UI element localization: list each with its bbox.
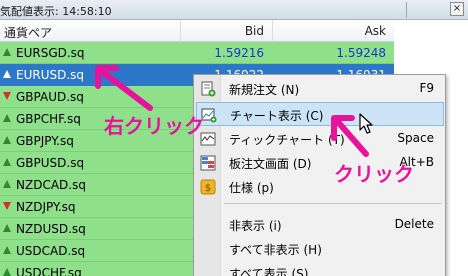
- menu-item-label: 非表示 (i): [229, 219, 282, 233]
- annotation-click: クリック: [334, 162, 414, 186]
- menu-item-label: すべて表示 (S): [229, 267, 309, 276]
- column-divider: [272, 20, 273, 42]
- window-titlebar: 気配値表示: 14:58:10 ×: [0, 0, 468, 20]
- trend-up-icon: [3, 48, 11, 56]
- column-header-symbol[interactable]: 通貨ペア: [4, 24, 52, 41]
- symbol-cell: EURSGD.sq: [16, 46, 85, 60]
- close-button[interactable]: ×: [450, 2, 464, 16]
- window-title: 気配値表示: 14:58:10: [0, 5, 112, 18]
- symbol-cell: GBPAUD.sq: [16, 90, 84, 104]
- table-header: 通貨ペア Bid Ask: [0, 20, 394, 42]
- annotation-arrow-icon: [331, 115, 369, 157]
- symbol-cell: NZDJPY.sq: [16, 200, 76, 214]
- menu-item-hide-all[interactable]: すべて非表示 (H): [196, 237, 444, 261]
- titlebar-separator: [406, 2, 407, 18]
- trend-down-icon: [3, 202, 11, 210]
- annotation-right-click: 右クリック: [104, 114, 204, 138]
- trend-up-icon: [3, 70, 11, 78]
- menu-item-shortcut: Delete: [394, 217, 434, 231]
- trend-up-icon: [3, 158, 11, 166]
- symbol-cell: GBPCHF.sq: [16, 112, 81, 126]
- trend-up-icon: [3, 114, 11, 122]
- trend-up-icon: [3, 224, 11, 232]
- menu-item-shortcut: F9: [419, 81, 434, 95]
- trend-down-icon: [3, 92, 11, 100]
- symbol-cell: NZDUSD.sq: [16, 222, 86, 236]
- mouse-cursor-icon: [359, 113, 373, 134]
- ask-cell: 1.59248: [336, 46, 386, 60]
- depth-of-market-icon: [200, 155, 216, 171]
- menu-item-chart-window[interactable]: チャート表示 (C): [196, 102, 444, 126]
- symbol-cell: EURUSD.sq: [16, 68, 85, 82]
- menu-item-label: 新規注文 (N): [229, 83, 300, 97]
- column-divider: [180, 20, 181, 42]
- svg-text:$: $: [205, 183, 211, 194]
- symbol-cell: GBPUSD.sq: [16, 156, 85, 170]
- trend-up-icon: [3, 180, 11, 188]
- column-header-bid[interactable]: Bid: [245, 24, 264, 38]
- menu-item-hide[interactable]: 非表示 (i) Delete: [196, 213, 444, 237]
- menu-item-tick-chart[interactable]: ティックチャート (T) Space: [196, 127, 444, 151]
- menu-item-label: チャート表示 (C): [230, 109, 324, 123]
- menu-item-label: 板注文画面 (D): [229, 157, 312, 171]
- new-order-icon: [201, 81, 216, 97]
- bid-cell: 1.59216: [214, 46, 264, 60]
- menu-item-shortcut: Space: [397, 131, 434, 145]
- column-header-ask[interactable]: Ask: [365, 24, 386, 38]
- menu-separator: [224, 203, 442, 204]
- table-row[interactable]: EURSGD.sq 1.59216 1.59248: [0, 42, 394, 64]
- symbol-cell: NZDCAD.sq: [16, 178, 86, 192]
- trend-up-icon: [3, 268, 11, 276]
- specification-icon: $: [200, 179, 216, 195]
- trend-up-icon: [3, 246, 11, 254]
- menu-item-label: 仕様 (p): [229, 181, 274, 195]
- trend-up-icon: [3, 136, 11, 144]
- menu-item-new-order[interactable]: 新規注文 (N) F9: [196, 77, 444, 101]
- symbol-cell: GBPJPY.sq: [16, 134, 74, 148]
- menu-item-label: すべて非表示 (H): [229, 243, 322, 257]
- symbol-cell: USDCAD.sq: [16, 244, 86, 258]
- menu-item-show-all[interactable]: すべて表示 (S): [196, 261, 444, 276]
- symbol-cell: USDCHF.sq: [16, 266, 82, 276]
